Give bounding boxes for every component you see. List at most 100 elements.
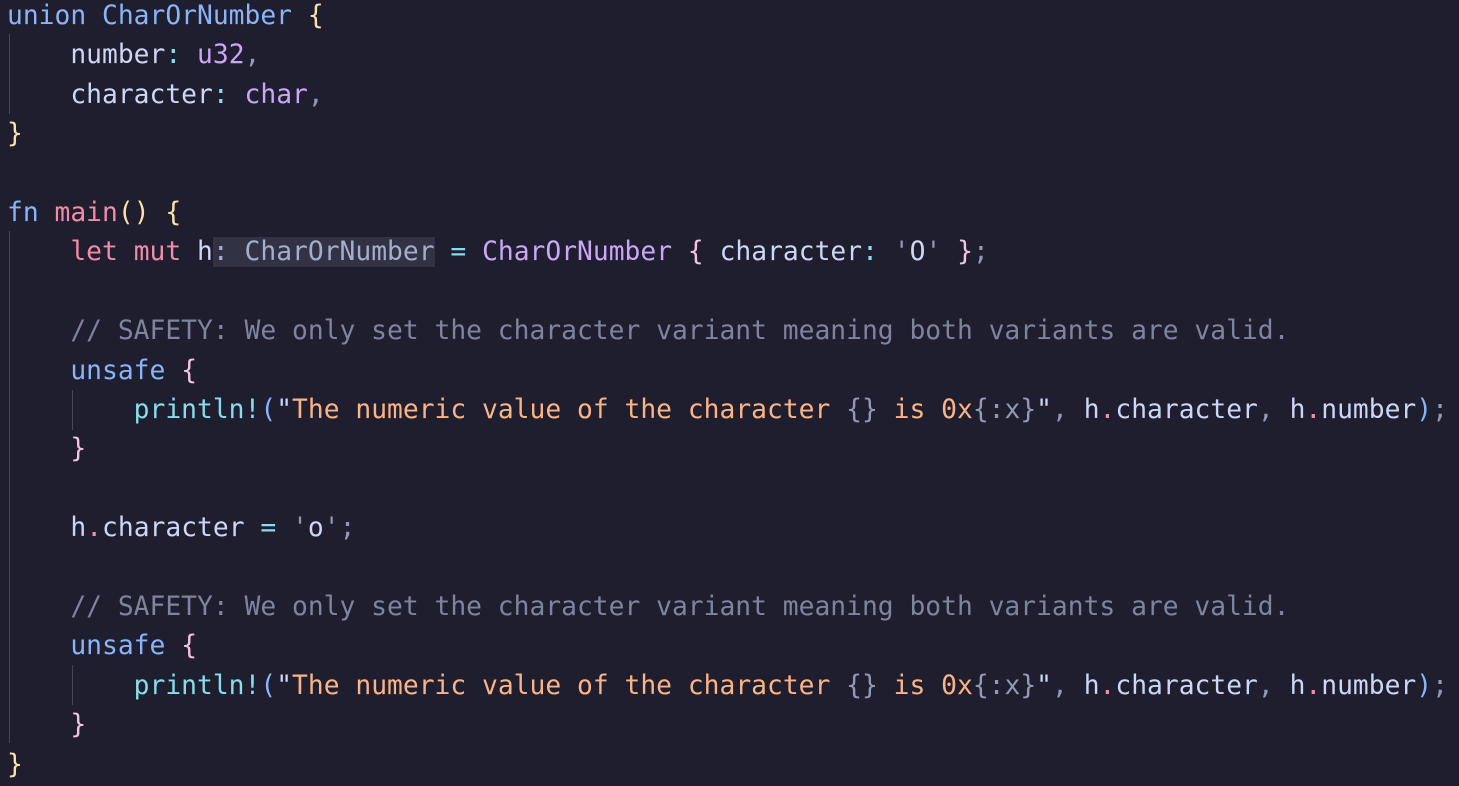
code-token: u32 (197, 40, 245, 71)
code-token: character (70, 79, 213, 110)
code-token: " (276, 395, 293, 425)
code-line[interactable]: } (7, 746, 23, 785)
code-token: . (1099, 395, 1116, 425)
code-token: . (1305, 670, 1322, 701)
code-token: character (719, 237, 863, 268)
code-token: character (102, 513, 245, 544)
code-token: char (244, 79, 308, 110)
code-line[interactable]: } (7, 430, 86, 469)
code-line[interactable]: // SAFETY: We only set the character var… (7, 312, 1289, 351)
code-token: : (862, 237, 878, 268)
code-line[interactable]: // SAFETY: We only set the character var… (7, 588, 1289, 627)
code-line[interactable]: number: u32, (7, 36, 260, 75)
code-token: = (450, 237, 467, 268)
code-token: CharOrNumber (482, 237, 673, 268)
code-token: character (1115, 670, 1258, 701)
code-token: { (307, 1, 324, 31)
code-token: character (1115, 395, 1258, 425)
code-token: . (86, 513, 103, 544)
code-editor[interactable]: union CharOrNumber { number: u32, charac… (0, 0, 1459, 786)
code-line[interactable]: unsafe { (7, 627, 197, 666)
code-token: { (687, 237, 704, 268)
code-line[interactable]: union CharOrNumber { (7, 0, 324, 36)
code-token: println! (133, 670, 261, 701)
code-token: number (1321, 670, 1417, 701)
code-token: } (7, 119, 23, 150)
code-line[interactable]: fn main() { (7, 194, 181, 233)
code-token: The numeric value of the character (292, 670, 847, 701)
code-token: ( (260, 395, 277, 425)
code-token: " (276, 670, 293, 701)
code-token: mut (133, 237, 182, 268)
code-token: , (1257, 395, 1274, 425)
code-token: fn (7, 198, 39, 228)
code-token: } (957, 237, 973, 268)
code-comment: // SAFETY: We only set the character var… (70, 592, 1290, 622)
code-token: { (181, 355, 198, 386)
code-token: } (70, 710, 87, 741)
code-line[interactable]: unsafe { (7, 352, 197, 391)
code-token: , (1257, 670, 1274, 701)
code-token: o (307, 513, 324, 544)
code-token: ' (292, 513, 308, 544)
code-token: O (909, 237, 926, 268)
code-line[interactable]: h.character = 'o'; (7, 509, 355, 548)
code-token: . (1099, 670, 1116, 701)
code-token: h (197, 237, 213, 268)
code-token: is 0x (877, 670, 973, 701)
code-line[interactable]: let mut h: CharOrNumber = CharOrNumber {… (7, 233, 989, 272)
code-token: {:x} (972, 395, 1037, 425)
code-token: h (1083, 670, 1100, 701)
code-token: number (70, 40, 166, 71)
code-line[interactable]: println!("The numeric value of the chara… (7, 391, 1448, 430)
code-token: ) (1416, 395, 1433, 425)
code-token: : (212, 79, 229, 110)
code-token: () (117, 198, 150, 228)
code-token: ; (1432, 395, 1448, 425)
code-token: ; (1432, 670, 1448, 701)
code-token: {:x} (972, 670, 1037, 701)
code-token: : (165, 40, 182, 71)
code-token: println! (133, 395, 261, 425)
code-line[interactable]: character: char, (7, 76, 324, 115)
code-line[interactable]: } (7, 706, 86, 745)
code-token: } (7, 749, 23, 780)
type-inlay-hint: : CharOrNumber (212, 237, 435, 268)
code-token: . (1305, 395, 1322, 425)
code-token: , (1052, 670, 1068, 701)
code-token: { (165, 198, 182, 228)
code-token: h (1083, 395, 1100, 425)
code-token: h (70, 513, 87, 544)
code-token: {} (846, 670, 878, 701)
code-line[interactable]: println!("The numeric value of the chara… (7, 667, 1448, 706)
code-token: ) (1416, 670, 1433, 701)
code-token: union (7, 1, 87, 31)
code-line[interactable]: } (7, 115, 23, 154)
code-token: ( (260, 670, 277, 701)
code-token: unsafe (70, 631, 166, 662)
code-token: , (307, 79, 324, 110)
